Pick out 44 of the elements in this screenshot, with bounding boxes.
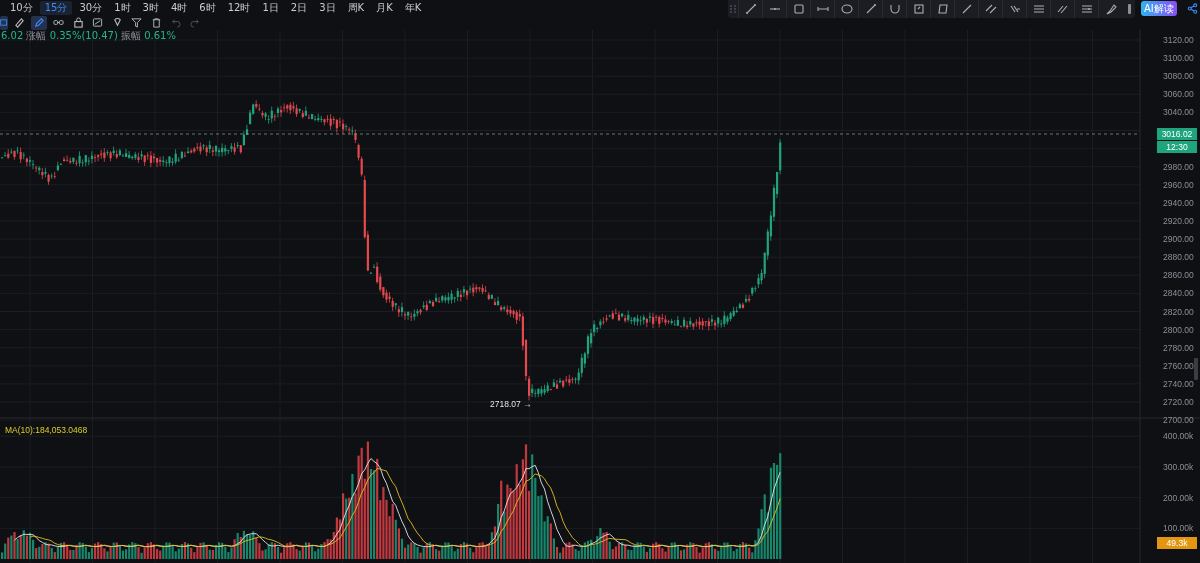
timeframe-tab[interactable]: 3时 (137, 0, 164, 15)
ma10-legend: MA(10):184,053.0468 (5, 425, 88, 435)
price-axis-label: 2960.00 (1163, 179, 1194, 190)
price-axis-label: 2760.00 (1163, 360, 1194, 371)
price-axis-label: 3100.00 (1163, 53, 1194, 64)
volume-axis-label: 300.00k (1163, 461, 1194, 472)
price-change-info: 6.02 涨幅 0.35%(10.47) 振幅 0.61% (1, 30, 176, 41)
price-axis-label: 3040.00 (1163, 107, 1194, 118)
price-axis-label: 2940.00 (1163, 197, 1194, 208)
volume-axis-label: 200.00k (1163, 492, 1194, 503)
volume-axis-label: 100.00k (1163, 523, 1194, 534)
last-volume-tag: 49.3k (1157, 537, 1197, 549)
timeframe-tab[interactable]: 15分 (39, 0, 73, 15)
price-axis-label: 2900.00 (1163, 234, 1194, 245)
price-axis-label: 2840.00 (1163, 288, 1194, 299)
countdown-tag: 12:30 (1157, 141, 1197, 153)
price-axis-label: 2980.00 (1163, 161, 1194, 172)
price-axis-label: 2740.00 (1163, 378, 1194, 389)
price-axis-label: 2920.00 (1163, 216, 1194, 226)
price-axis-label: 2880.00 (1163, 252, 1194, 263)
timeframe-tab[interactable]: 年K (399, 0, 427, 15)
timeframe-tab[interactable]: 4时 (165, 0, 193, 15)
price-axis-label: 3080.00 (1163, 71, 1194, 82)
timeframe-tab[interactable]: 6时 (194, 0, 221, 15)
timeframe-tab[interactable]: 1日 (257, 0, 284, 15)
price-axis-label: 3060.00 (1163, 89, 1194, 100)
last-price-tag: 3016.02 (1157, 128, 1197, 140)
timeframe-tab[interactable]: 3日 (314, 0, 341, 15)
low-price-marker: 2718.07 → (490, 399, 532, 409)
volume-axis-label: 400.00k (1163, 431, 1194, 442)
timeframe-tab[interactable]: 12时 (222, 0, 256, 15)
timeframe-tab[interactable]: 30分 (74, 0, 108, 15)
timeframe-tab[interactable]: 1时 (109, 0, 136, 15)
timeframe-tab[interactable]: 2日 (285, 0, 313, 15)
timeframe-tab[interactable]: 月K (371, 0, 398, 15)
price-axis-label: 2700.00 (1163, 415, 1194, 426)
price-axis-label: 2800.00 (1163, 324, 1194, 335)
price-axis-label: 3120.00 (1163, 35, 1194, 45)
price-axis-label: 2820.00 (1163, 306, 1194, 317)
timeframe-tab[interactable]: 10分 (5, 0, 38, 15)
timeframe-tab[interactable]: 周K (342, 0, 370, 15)
price-axis-label: 2860.00 (1163, 270, 1194, 281)
price-axis-label: 2720.00 (1163, 397, 1194, 407)
price-axis-label: 2780.00 (1163, 342, 1194, 353)
